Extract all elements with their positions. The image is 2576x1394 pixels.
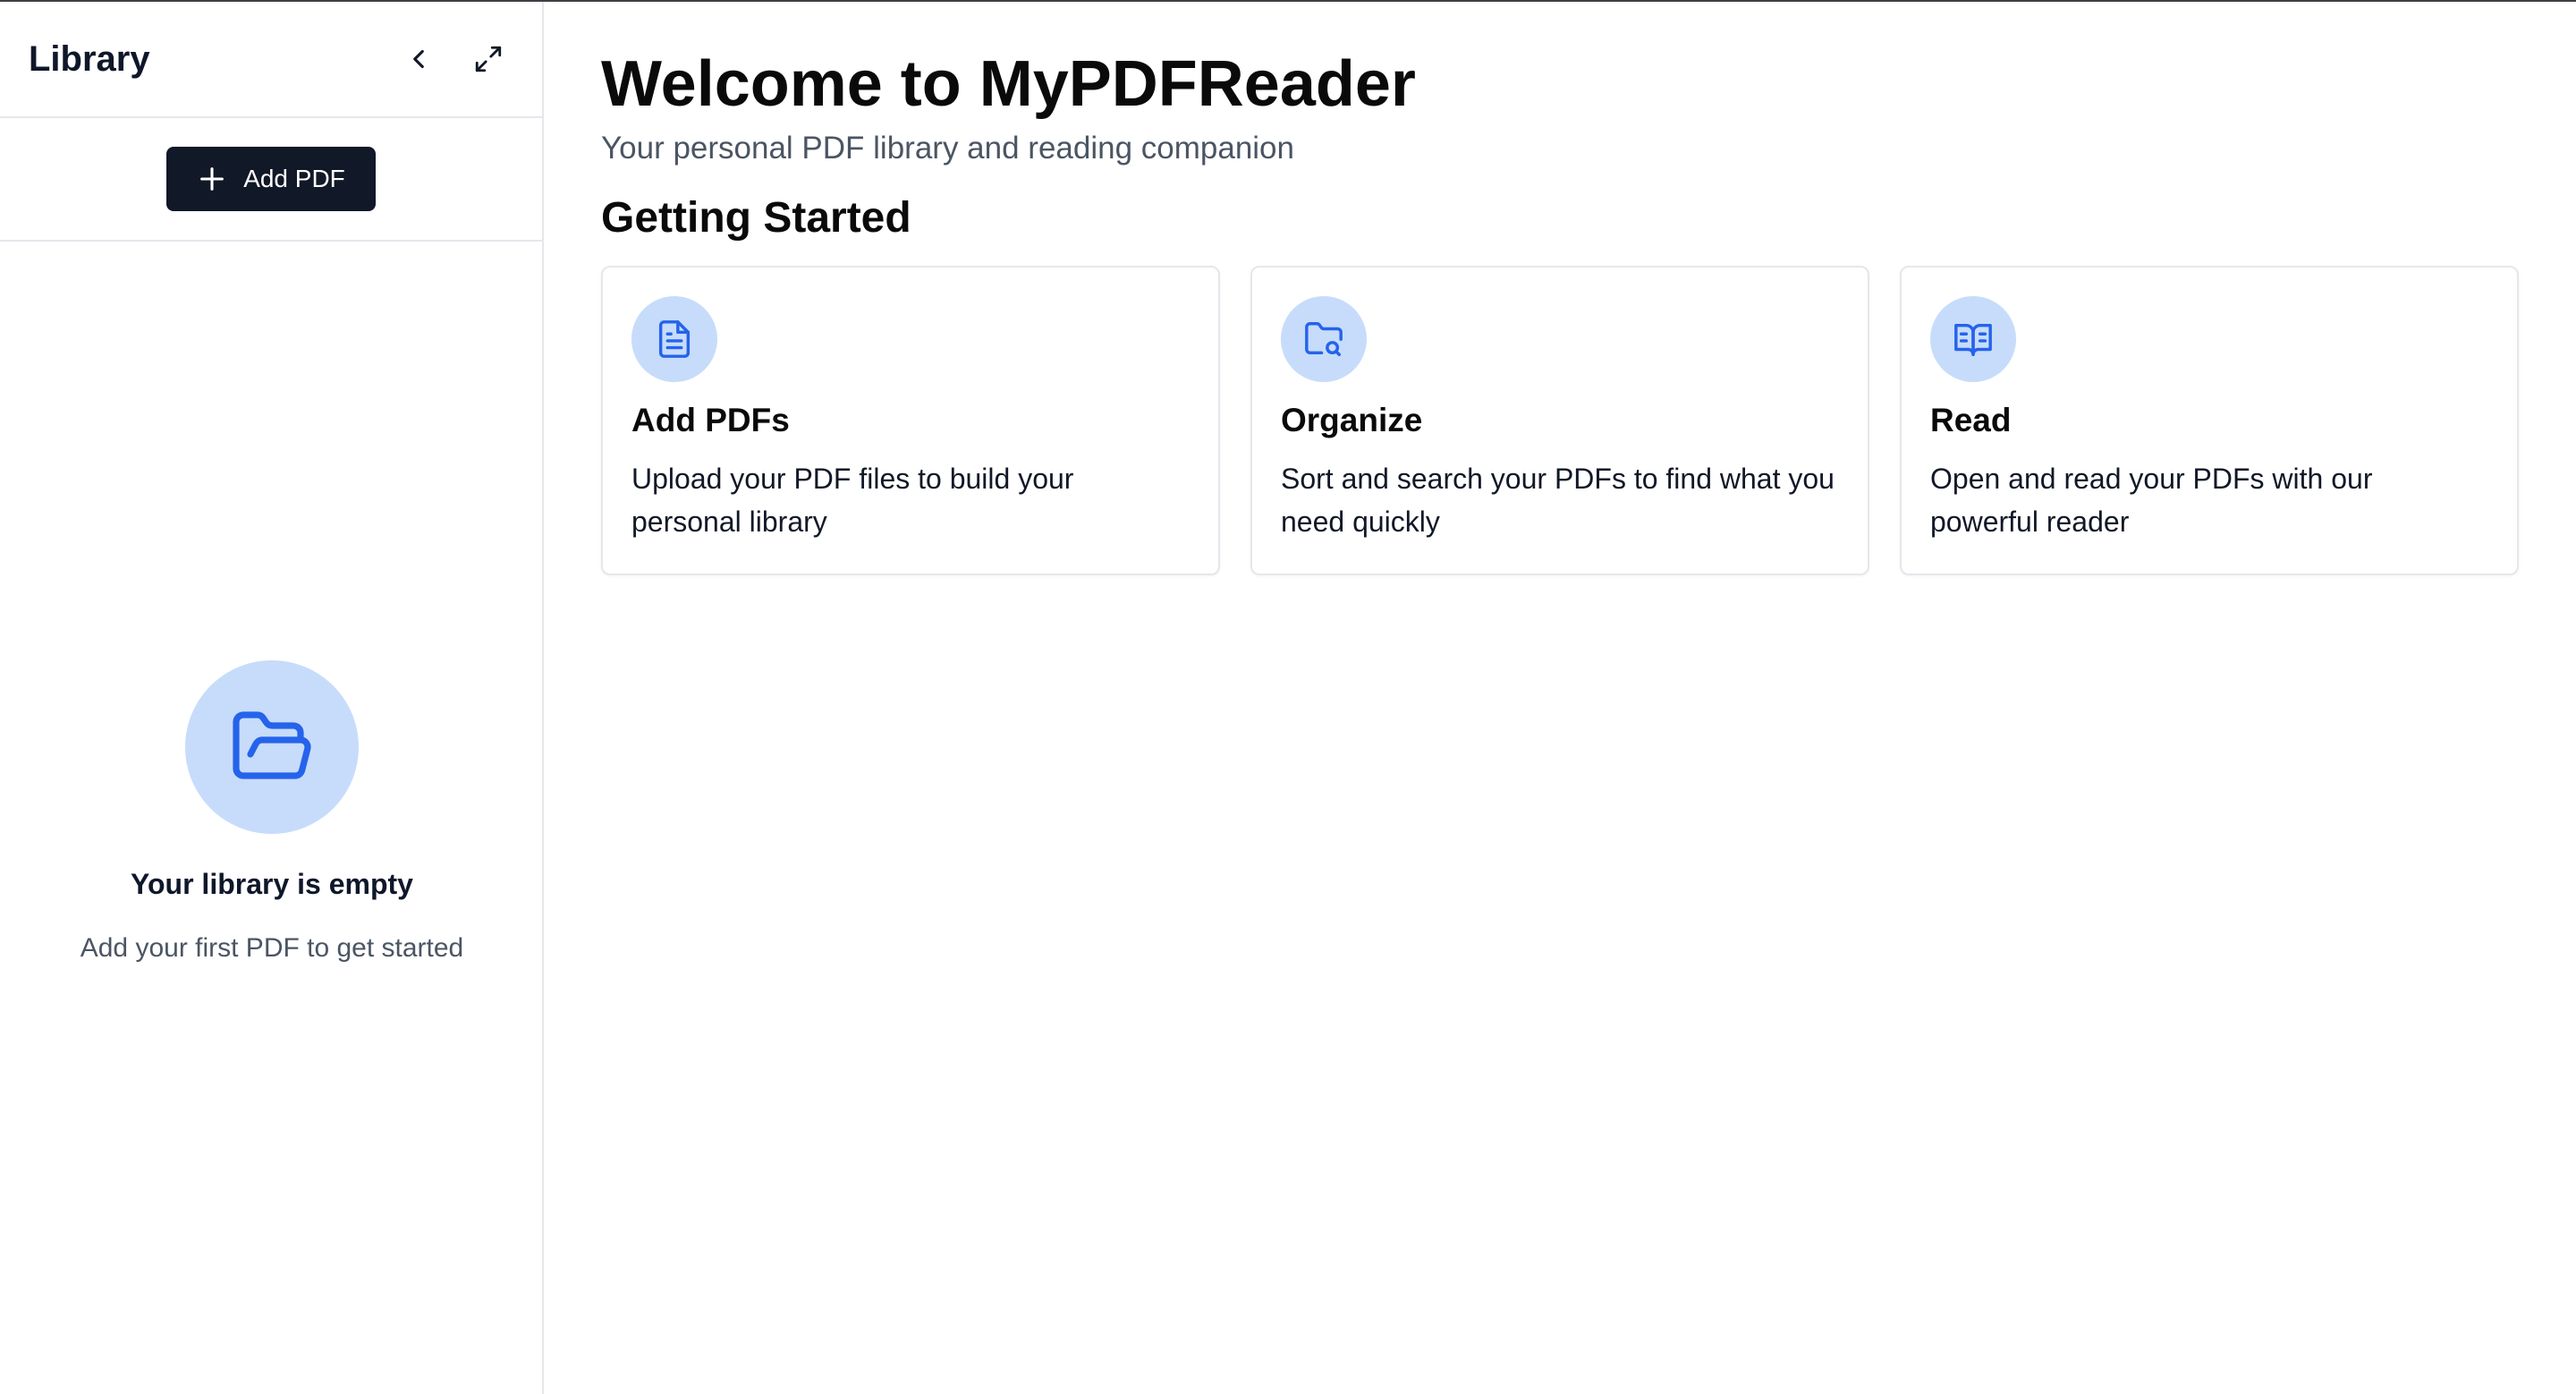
app-window: Library Add PDF Your library is empty Ad… [0,0,2576,1394]
library-empty-state: Your library is empty Add your first PDF… [0,660,544,964]
add-pdf-label: Add PDF [243,165,345,192]
sidebar-actions: Add PDF [0,118,542,242]
card-icon-circle [1930,296,2016,382]
card-add-pdfs[interactable]: Add PDFs Upload your PDF files to build … [601,266,1220,575]
main-content: Welcome to MyPDFReader Your personal PDF… [544,2,2576,1394]
card-title: Add PDFs [631,402,790,438]
card-description: Upload your PDF files to build your pers… [631,463,1074,538]
library-sidebar: Library Add PDF Your library is empty Ad… [0,2,544,1394]
card-title: Read [1930,402,2012,438]
card-title: Organize [1281,402,1423,438]
sidebar-title: Library [29,38,150,79]
folder-open-icon [233,711,311,779]
getting-started-heading: Getting Started [601,194,911,242]
page-title: Welcome to MyPDFReader [601,48,1416,120]
book-open-icon [1954,323,1992,356]
card-icon-circle [1281,296,1367,382]
card-description: Sort and search your PDFs to find what y… [1281,463,1835,538]
getting-started-cards: Add PDFs Upload your PDF files to build … [601,266,2519,575]
sidebar-header: Library [0,2,542,118]
card-organize[interactable]: Organize Sort and search your PDFs to fi… [1250,266,1869,575]
plus-icon [200,167,225,191]
collapse-sidebar-button[interactable] [394,34,444,84]
file-text-icon [658,320,691,358]
empty-icon-circle [185,660,359,834]
chevron-left-icon [413,49,424,69]
expand-icon [475,46,502,72]
expand-sidebar-button[interactable] [463,34,513,84]
add-pdf-button[interactable]: Add PDF [166,147,376,211]
empty-state-subtitle: Add your first PDF to get started [80,933,464,963]
card-description: Open and read your PDFs with our powerfu… [1930,463,2373,538]
empty-state-title: Your library is empty [131,868,413,900]
page-subtitle: Your personal PDF library and reading co… [601,131,1294,166]
folder-search-icon [1305,322,1343,356]
card-read[interactable]: Read Open and read your PDFs with our po… [1900,266,2519,575]
card-icon-circle [631,296,717,382]
